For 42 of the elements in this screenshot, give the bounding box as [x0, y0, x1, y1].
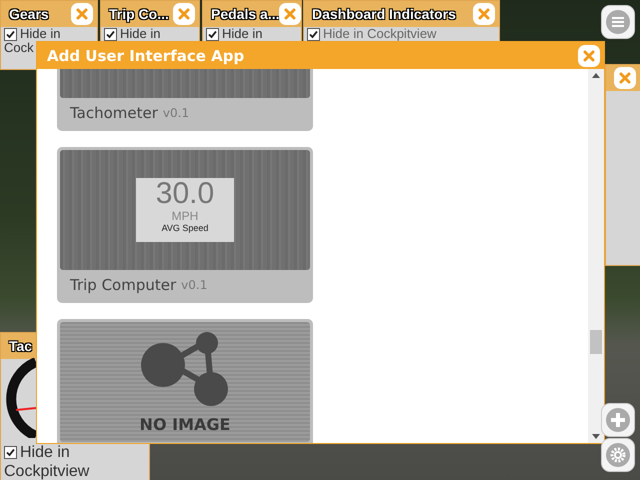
- widget-title: Dashboard Indicators: [312, 6, 456, 22]
- checkbox-label: Hide in: [120, 27, 160, 41]
- scrollbar-thumb[interactable]: [590, 330, 602, 354]
- close-icon: [478, 8, 490, 20]
- checkbox-label: Hide in: [20, 443, 70, 462]
- checkbox-label: Hide in: [20, 27, 60, 41]
- app-version: v0.1: [162, 106, 190, 120]
- settings-button[interactable]: [601, 438, 635, 472]
- up-arrow-icon: [592, 73, 600, 78]
- checkbox-label: Cockpitview: [4, 462, 90, 480]
- app-name: Trip Computer: [70, 276, 176, 294]
- app-card[interactable]: Tachometer v0.1: [57, 69, 313, 131]
- app-name: Tachometer: [70, 104, 158, 122]
- app-version: v0.1: [181, 278, 208, 292]
- close-icon: [619, 72, 631, 84]
- widget-title: Trip Co...: [109, 6, 169, 22]
- speed-value: 30.0: [156, 178, 214, 210]
- close-icon: [178, 8, 190, 20]
- down-arrow-icon: [592, 434, 600, 439]
- checkbox-label: Cock: [4, 41, 34, 55]
- widget-title: Tac: [9, 338, 32, 354]
- checkbox[interactable]: [4, 28, 17, 40]
- close-icon: [583, 50, 595, 62]
- widget-title: Pedals a...: [211, 6, 280, 22]
- close-icon: [284, 8, 296, 20]
- app-card[interactable]: NO IMAGE: [57, 319, 313, 443]
- checkbox[interactable]: [104, 28, 117, 40]
- checkbox[interactable]: [206, 28, 219, 40]
- menu-button[interactable]: [601, 5, 635, 39]
- scrollbar[interactable]: [588, 69, 604, 443]
- speed-unit: MPH: [172, 210, 198, 223]
- add-button[interactable]: [601, 403, 635, 437]
- widget-title: Gears: [9, 6, 49, 22]
- checkbox-label: Hide in Cockpitview: [323, 27, 436, 41]
- no-image-text: NO IMAGE: [140, 414, 230, 434]
- checkbox-label: Hide in: [222, 27, 262, 41]
- close-icon: [76, 8, 88, 20]
- checkbox[interactable]: [4, 446, 17, 459]
- app-card[interactable]: 30.0 MPH AVG Speed Trip Computer v0.1: [57, 147, 313, 303]
- dialog-title: Add User Interface App: [47, 46, 244, 64]
- speed-caption: AVG Speed: [162, 223, 208, 233]
- checkbox[interactable]: [307, 28, 320, 40]
